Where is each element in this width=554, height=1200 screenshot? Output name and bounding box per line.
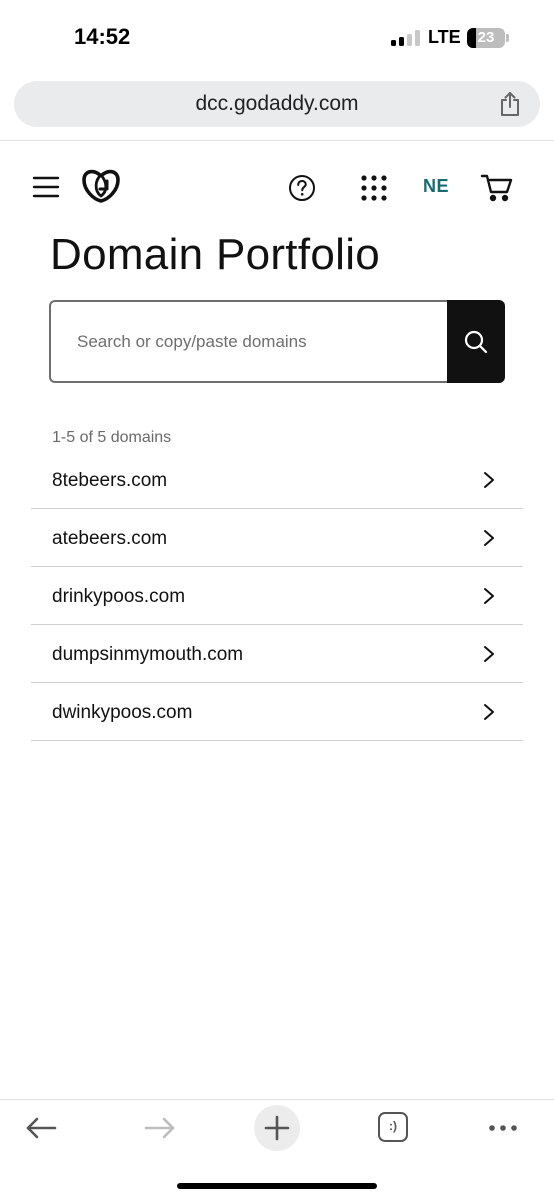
chevron-right-icon — [484, 704, 494, 720]
tabs-button[interactable]: :) — [376, 1110, 410, 1144]
battery-level: 23 — [477, 29, 495, 46]
domain-row[interactable]: drinkypoos.com — [31, 567, 523, 625]
forward-arrow-icon[interactable] — [137, 1108, 181, 1148]
domain-name: dumpsinmymouth.com — [52, 644, 244, 665]
domain-row[interactable]: atebeers.com — [31, 509, 523, 567]
godaddy-logo-icon[interactable] — [81, 168, 121, 204]
battery-cap — [506, 34, 509, 42]
domain-name: dwinkypoos.com — [52, 702, 193, 723]
domain-name: atebeers.com — [52, 528, 168, 549]
page-title: Domain Portfolio — [50, 230, 381, 279]
help-circle-icon[interactable] — [288, 174, 316, 202]
plus-icon — [254, 1105, 300, 1151]
domain-row[interactable]: dumpsinmymouth.com — [31, 625, 523, 683]
address-url[interactable]: dcc.godaddy.com — [14, 92, 540, 116]
address-divider — [0, 140, 554, 141]
chevron-right-icon — [484, 646, 494, 662]
domain-row[interactable]: dwinkypoos.com — [31, 683, 523, 741]
battery-icon: 23 — [467, 28, 505, 48]
domain-row[interactable]: 8tebeers.com — [31, 451, 523, 509]
status-bar: 14:52 LTE 23 — [0, 0, 554, 76]
chevron-right-icon — [484, 472, 494, 488]
domain-count-label: 1-5 of 5 domains — [52, 429, 172, 446]
new-tab-button[interactable] — [253, 1104, 301, 1152]
apps-grid-icon[interactable] — [360, 174, 388, 202]
more-dots-icon[interactable] — [482, 1108, 526, 1148]
address-bar[interactable]: dcc.godaddy.com — [14, 81, 540, 127]
search-icon — [464, 330, 488, 354]
account-initials-button[interactable]: NE — [423, 176, 449, 197]
network-type: LTE — [428, 27, 461, 47]
share-icon[interactable] — [496, 90, 524, 118]
hamburger-menu-icon[interactable] — [32, 174, 60, 200]
search-input[interactable] — [49, 300, 447, 383]
back-arrow-icon[interactable] — [20, 1108, 64, 1148]
domain-name: 8tebeers.com — [52, 470, 168, 491]
signal-strength-icon — [391, 29, 421, 46]
home-indicator — [177, 1183, 377, 1189]
domain-list: 8tebeers.com atebeers.com drinkypoos.com… — [31, 451, 523, 741]
search-button[interactable] — [447, 300, 505, 383]
toolbar-divider — [0, 1099, 554, 1100]
domain-name: drinkypoos.com — [52, 586, 186, 607]
status-time: 14:52 — [74, 24, 131, 49]
cart-icon[interactable] — [480, 172, 514, 202]
tabs-label: :) — [378, 1112, 408, 1142]
search-bar — [49, 300, 505, 383]
chevron-right-icon — [484, 530, 494, 546]
chevron-right-icon — [484, 588, 494, 604]
